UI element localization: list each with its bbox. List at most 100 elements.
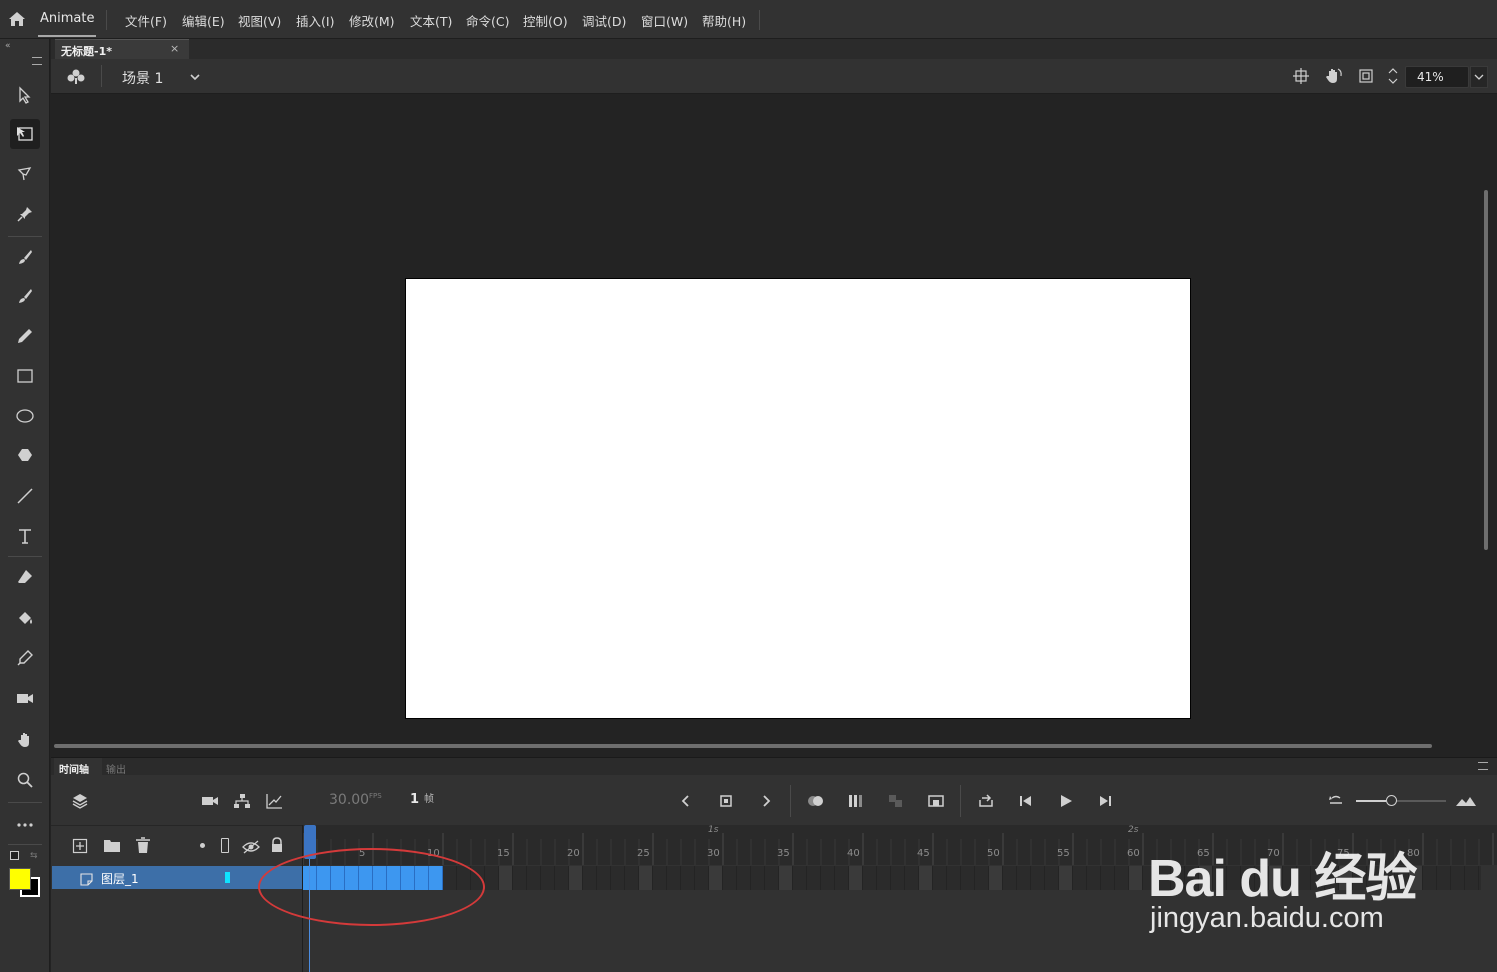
lasso-tool-icon[interactable] bbox=[10, 159, 40, 189]
delete-layer-icon[interactable] bbox=[135, 837, 151, 858]
scene-dropdown-icon[interactable] bbox=[188, 69, 202, 88]
document-tab[interactable]: 无标题-1* × bbox=[55, 39, 189, 59]
menu-view[interactable]: 视图(V) bbox=[238, 11, 281, 30]
menu-debug[interactable]: 调试(D) bbox=[582, 11, 626, 30]
empty-frame[interactable] bbox=[1451, 866, 1465, 890]
empty-frame[interactable] bbox=[569, 866, 583, 890]
pencil-tool-icon[interactable] bbox=[10, 321, 40, 351]
empty-frame[interactable] bbox=[891, 866, 905, 890]
menu-commands[interactable]: 命令(C) bbox=[466, 11, 509, 30]
empty-frame[interactable] bbox=[793, 866, 807, 890]
empty-frame[interactable] bbox=[1115, 866, 1129, 890]
new-layer-icon[interactable] bbox=[72, 838, 88, 858]
empty-frame[interactable] bbox=[723, 866, 737, 890]
empty-frame[interactable] bbox=[709, 866, 723, 890]
zoom-tool-icon[interactable] bbox=[10, 765, 40, 795]
onion-skin-icon[interactable] bbox=[805, 790, 827, 812]
paint-bucket-tool-icon[interactable] bbox=[10, 603, 40, 633]
lock-icon[interactable] bbox=[270, 837, 284, 857]
outline-mode-icon[interactable] bbox=[221, 838, 229, 853]
default-colors-icon[interactable] bbox=[10, 851, 19, 860]
play-icon[interactable] bbox=[1055, 790, 1077, 812]
empty-frame[interactable] bbox=[1465, 866, 1479, 890]
menu-edit[interactable]: 编辑(E) bbox=[182, 11, 225, 30]
fill-color-swatch[interactable] bbox=[9, 868, 31, 890]
layer-color-marker[interactable] bbox=[225, 872, 230, 883]
empty-frame[interactable] bbox=[1059, 866, 1073, 890]
empty-frame[interactable] bbox=[1045, 866, 1059, 890]
empty-frame[interactable] bbox=[807, 866, 821, 890]
empty-frame[interactable] bbox=[933, 866, 947, 890]
insert-frame-icon[interactable] bbox=[925, 790, 947, 812]
zoom-dropdown-button[interactable] bbox=[1470, 66, 1488, 88]
pin-tool-icon[interactable] bbox=[10, 199, 40, 229]
empty-frame[interactable] bbox=[947, 866, 961, 890]
polystar-tool-icon[interactable] bbox=[10, 440, 40, 470]
empty-frame[interactable] bbox=[975, 866, 989, 890]
menu-control[interactable]: 控制(O) bbox=[523, 11, 568, 30]
zoom-stepper-icon[interactable] bbox=[1387, 65, 1399, 91]
swap-colors-icon[interactable]: ⇆ bbox=[30, 851, 38, 861]
empty-frame[interactable] bbox=[555, 866, 569, 890]
collapse-panel-icon[interactable]: « bbox=[5, 41, 11, 51]
panel-menu-icon[interactable] bbox=[32, 57, 42, 65]
undo-zoom-icon[interactable] bbox=[1325, 790, 1347, 812]
empty-frame[interactable] bbox=[541, 866, 555, 890]
empty-frame[interactable] bbox=[877, 866, 891, 890]
tab-output[interactable]: 输出 bbox=[106, 761, 126, 776]
current-frame-value[interactable]: 1 bbox=[410, 792, 419, 807]
empty-frame[interactable] bbox=[961, 866, 975, 890]
clip-content-icon[interactable] bbox=[1358, 68, 1374, 88]
empty-frame[interactable] bbox=[667, 866, 681, 890]
home-icon[interactable] bbox=[7, 9, 27, 29]
menu-insert[interactable]: 插入(I) bbox=[296, 11, 334, 30]
oval-tool-icon[interactable] bbox=[10, 401, 40, 431]
empty-frame[interactable] bbox=[849, 866, 863, 890]
loop-playback-icon[interactable] bbox=[975, 790, 997, 812]
empty-frame[interactable] bbox=[583, 866, 597, 890]
empty-frame[interactable] bbox=[695, 866, 709, 890]
empty-frame[interactable] bbox=[681, 866, 695, 890]
highlight-layer-icon[interactable] bbox=[200, 843, 205, 848]
insert-keyframe-icon[interactable] bbox=[715, 790, 737, 812]
rectangle-tool-icon[interactable] bbox=[10, 361, 40, 391]
empty-frame[interactable] bbox=[1003, 866, 1017, 890]
empty-frame[interactable] bbox=[527, 866, 541, 890]
fit-timeline-icon[interactable] bbox=[1455, 790, 1477, 812]
motion-editor-icon[interactable] bbox=[263, 790, 285, 812]
timeline-zoom-slider-handle[interactable] bbox=[1386, 795, 1397, 806]
next-keyframe-icon[interactable] bbox=[755, 790, 777, 812]
camera-tool-icon[interactable] bbox=[10, 683, 40, 713]
brush-tool-icon[interactable] bbox=[10, 281, 40, 311]
eraser-tool-icon[interactable] bbox=[10, 562, 40, 592]
layers-icon[interactable] bbox=[69, 790, 91, 812]
camera-icon[interactable] bbox=[199, 790, 221, 812]
snap-to-center-icon[interactable] bbox=[1293, 68, 1309, 88]
empty-frame[interactable] bbox=[835, 866, 849, 890]
empty-frame[interactable] bbox=[1129, 866, 1143, 890]
panel-menu-icon[interactable] bbox=[1478, 762, 1488, 770]
empty-frame[interactable] bbox=[863, 866, 877, 890]
empty-frame[interactable] bbox=[597, 866, 611, 890]
menu-help[interactable]: 帮助(H) bbox=[702, 11, 746, 30]
empty-frame[interactable] bbox=[905, 866, 919, 890]
eyedropper-tool-icon[interactable] bbox=[10, 643, 40, 673]
empty-frame[interactable] bbox=[625, 866, 639, 890]
edit-multiple-frames-icon[interactable] bbox=[845, 790, 867, 812]
menu-modify[interactable]: 修改(M) bbox=[349, 11, 395, 30]
menu-text[interactable]: 文本(T) bbox=[410, 11, 452, 30]
stage-pasteboard[interactable] bbox=[51, 95, 1497, 755]
previous-keyframe-icon[interactable] bbox=[675, 790, 697, 812]
empty-frame[interactable] bbox=[513, 866, 527, 890]
empty-frame[interactable] bbox=[499, 866, 513, 890]
empty-frame[interactable] bbox=[1073, 866, 1087, 890]
rotate-hand-icon[interactable] bbox=[1324, 67, 1344, 89]
empty-frame[interactable] bbox=[737, 866, 751, 890]
more-tools-icon[interactable] bbox=[10, 810, 40, 840]
new-folder-icon[interactable] bbox=[103, 838, 121, 857]
tab-timeline[interactable]: 时间轴 bbox=[59, 761, 89, 776]
step-forward-icon[interactable] bbox=[1094, 790, 1116, 812]
empty-frame[interactable] bbox=[611, 866, 625, 890]
empty-frame[interactable] bbox=[821, 866, 835, 890]
hand-tool-icon[interactable] bbox=[10, 725, 40, 755]
